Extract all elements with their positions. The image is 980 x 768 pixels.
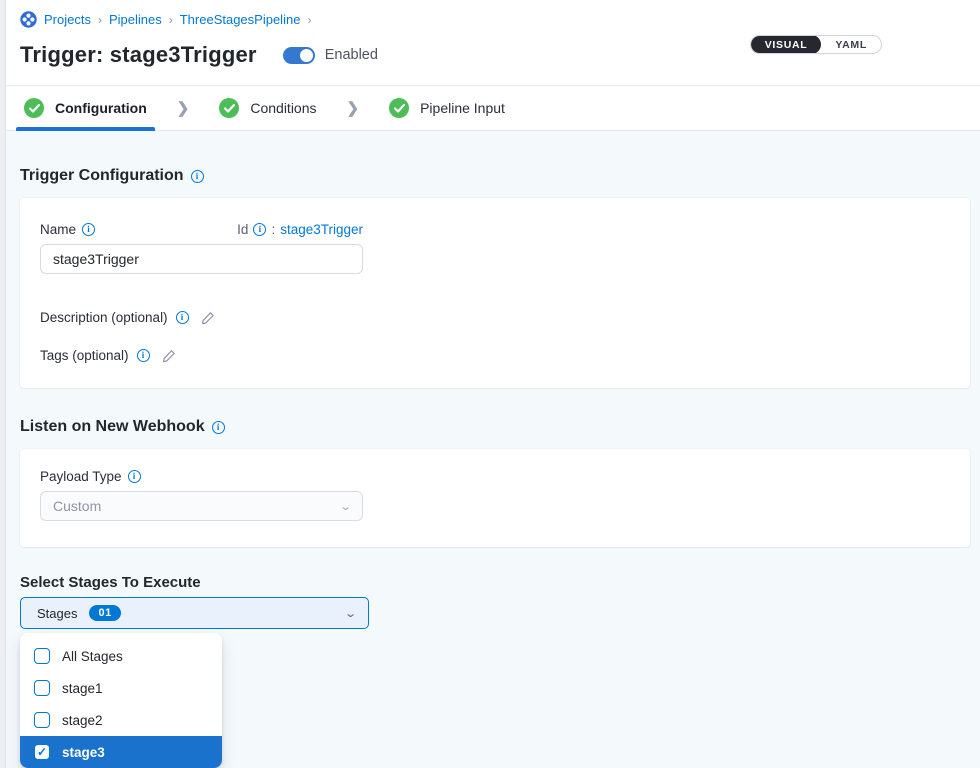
trigger-configuration-heading: Trigger Configuration i [20, 131, 970, 185]
info-icon[interactable]: i [212, 421, 225, 434]
name-field-label: Name i [40, 222, 95, 237]
breadcrumb-link-projects[interactable]: Projects [44, 12, 91, 27]
breadcrumb-chevron-icon: › [307, 13, 311, 27]
select-stages-heading: Select Stages To Execute [20, 574, 970, 591]
breadcrumb-chevron-icon: › [169, 13, 173, 27]
option-label: All Stages [62, 649, 123, 664]
checkbox-unchecked[interactable] [34, 648, 50, 664]
enabled-toggle-label: Enabled [325, 47, 378, 63]
page-title: Trigger: stage3Trigger [20, 42, 257, 68]
info-icon[interactable]: i [82, 223, 95, 236]
breadcrumb: Projects › Pipelines › ThreeStagesPipeli… [20, 11, 960, 28]
info-icon[interactable]: i [128, 470, 141, 483]
payload-type-label: Payload Type i [40, 469, 950, 484]
breadcrumb-chevron-icon: › [98, 13, 102, 27]
tab-pipeline-input[interactable]: Pipeline Input [385, 86, 509, 130]
trigger-configuration-card: Name i Id i : stage3Trigger Description … [20, 198, 970, 388]
section-heading-text: Trigger Configuration [20, 167, 184, 185]
main-content: Trigger Configuration i Name i Id i : st… [0, 131, 980, 768]
section-heading-text: Select Stages To Execute [20, 574, 201, 591]
option-label: stage1 [62, 681, 103, 696]
stages-control-label: Stages [37, 606, 77, 621]
stages-dropdown-menu: All Stages stage1 stage2 ✓ stage3 [20, 633, 222, 768]
id-value-link[interactable]: stage3Trigger [280, 222, 363, 237]
tab-label: Conditions [250, 100, 316, 116]
visual-toggle-button[interactable]: VISUAL [751, 35, 822, 54]
breadcrumb-link-pipelines[interactable]: Pipelines [109, 12, 162, 27]
stage-option-all-stages[interactable]: All Stages [20, 640, 222, 672]
description-row: Description (optional) i [40, 310, 950, 325]
id-display: Id i : stage3Trigger [237, 222, 363, 237]
enabled-toggle[interactable] [283, 47, 315, 64]
chevron-right-icon: ❯ [177, 99, 190, 117]
chevron-right-icon: ❯ [347, 99, 360, 117]
tags-row: Tags (optional) i [40, 348, 950, 363]
tags-label: Tags (optional) [40, 348, 129, 363]
stages-multiselect-control[interactable]: Stages 01 ⌄ [20, 597, 369, 629]
option-label: stage2 [62, 713, 103, 728]
visual-yaml-toggle: VISUAL YAML [750, 35, 882, 54]
toggle-knob [300, 49, 313, 62]
info-icon[interactable]: i [176, 311, 189, 324]
name-input[interactable] [40, 244, 363, 274]
projects-clover-icon [20, 11, 37, 28]
chevron-down-icon: ⌄ [339, 500, 352, 513]
checkbox-unchecked[interactable] [34, 712, 50, 728]
info-icon[interactable]: i [137, 349, 150, 362]
id-separator: : [271, 222, 275, 237]
edit-description-pencil-icon[interactable] [201, 311, 215, 325]
stage-option-stage1[interactable]: stage1 [20, 672, 222, 704]
webhook-heading: Listen on New Webhook i [20, 418, 970, 436]
tab-label: Configuration [55, 100, 147, 116]
wizard-tabbar: Configuration ❯ Conditions ❯ Pipeline In… [0, 85, 980, 131]
tab-label: Pipeline Input [420, 100, 505, 116]
description-label: Description (optional) [40, 310, 168, 325]
page-header: Projects › Pipelines › ThreeStagesPipeli… [0, 0, 980, 85]
checkbox-checked[interactable]: ✓ [34, 744, 50, 760]
window-left-edge [0, 0, 6, 768]
chevron-down-icon: ⌄ [344, 607, 357, 620]
name-label-text: Name [40, 222, 76, 237]
check-circle-icon [24, 98, 44, 118]
breadcrumb-link-pipeline-name[interactable]: ThreeStagesPipeline [180, 12, 301, 27]
tab-configuration[interactable]: Configuration [20, 86, 151, 130]
selected-count-badge: 01 [89, 605, 120, 621]
check-circle-icon [389, 98, 409, 118]
payload-type-select: Custom ⌄ [40, 491, 363, 521]
checkbox-unchecked[interactable] [34, 680, 50, 696]
id-label-text: Id [237, 222, 248, 237]
stage-option-stage2[interactable]: stage2 [20, 704, 222, 736]
payload-type-label-text: Payload Type [40, 469, 122, 484]
check-circle-icon [219, 98, 239, 118]
edit-tags-pencil-icon[interactable] [162, 349, 176, 363]
info-icon[interactable]: i [253, 223, 266, 236]
webhook-card: Payload Type i Custom ⌄ [20, 449, 970, 547]
info-icon[interactable]: i [191, 170, 204, 183]
stage-option-stage3[interactable]: ✓ stage3 [20, 736, 222, 768]
tab-conditions[interactable]: Conditions [215, 86, 320, 130]
yaml-toggle-button[interactable]: YAML [821, 35, 881, 54]
section-heading-text: Listen on New Webhook [20, 418, 205, 436]
option-label: stage3 [62, 745, 105, 760]
payload-type-value: Custom [53, 498, 101, 514]
